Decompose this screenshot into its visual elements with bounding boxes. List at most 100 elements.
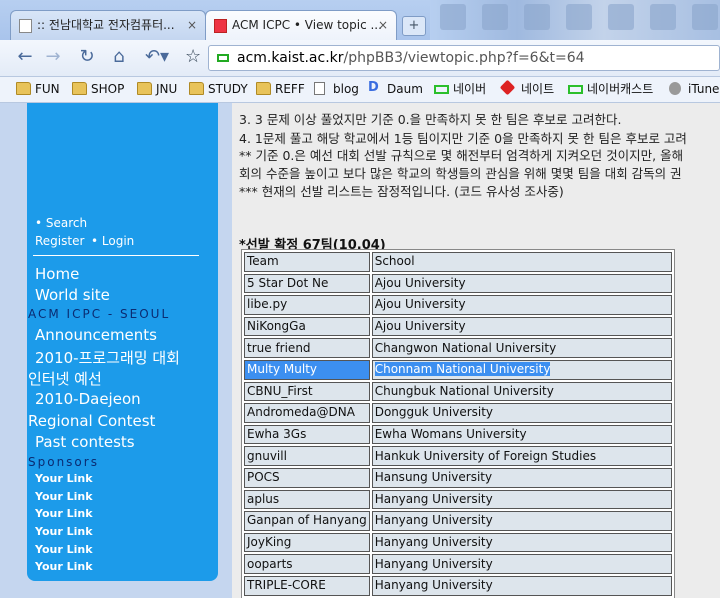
back-arrow-icon[interactable]: ← (12, 46, 38, 70)
school-cell: Hanyang University (371, 532, 672, 553)
table-row: gnuvill Hankuk University of Foreign Stud… (244, 446, 672, 466)
bookmark-reff[interactable]: REFF (256, 81, 305, 97)
nate-icon (499, 79, 516, 96)
sidebar-item-regional-contest[interactable]: Regional Contest (28, 412, 155, 430)
sponsor-link[interactable]: Your Link (35, 507, 93, 520)
register-link[interactable]: Register (35, 234, 84, 248)
bookmark-shop[interactable]: SHOP (72, 81, 124, 97)
selected-text: Chonnam National University (374, 362, 551, 377)
naver-icon (434, 85, 449, 94)
sidebar-item-2010-contest[interactable]: 2010-프로그래밍 대회 (35, 347, 180, 368)
bookmark-blog[interactable]: blog (314, 81, 359, 97)
school-cell: Hanyang University (371, 489, 672, 510)
sidebar-item-announcements[interactable]: Announcements (35, 326, 157, 344)
sidebar-item-2010-contest-line2[interactable]: 인터넷 예선 (28, 368, 102, 389)
tab-acm-icpc[interactable]: ACM ICPC • View topic ... × (205, 10, 397, 40)
page-icon (19, 19, 32, 33)
url-path: /phpBB3/viewtopic.php?f=6&t=64 (343, 50, 585, 66)
daum-logo-icon: D (368, 80, 379, 95)
folder-icon (256, 82, 271, 95)
page-icon (314, 82, 325, 95)
team-cell: aplus (244, 489, 370, 510)
table-row: ooparts Hanyang University (244, 554, 672, 574)
school-cell: Hanyang University (371, 511, 672, 531)
close-icon[interactable]: × (187, 11, 197, 39)
school-cell: Chungbuk National University (371, 381, 672, 402)
school-cell: Ajou University (371, 273, 672, 294)
folder-icon (189, 82, 204, 95)
folder-icon (16, 82, 31, 95)
team-cell: POCS (244, 467, 370, 488)
team-cell: Ganpan of Hanyang (244, 511, 370, 531)
sidebar-item-world-site[interactable]: World site (35, 286, 110, 304)
desktop-background (430, 0, 720, 40)
page-icon (217, 54, 229, 62)
bookmark-navercast[interactable]: 네이버캐스트 (568, 81, 653, 97)
bookmark-study[interactable]: STUDY (189, 81, 248, 97)
table-row: libe.py Ajou University (244, 295, 672, 315)
address-bar[interactable]: acm.kaist.ac.kr/phpBB3/viewtopic.php?f=6… (208, 45, 720, 71)
sponsor-link[interactable]: Your Link (35, 490, 93, 503)
table-row: Multy Multy Chonnam National University (244, 359, 672, 380)
table-row: TRIPLE-CORE Hanyang University (244, 575, 672, 596)
reload-icon[interactable]: ↻ (74, 46, 100, 70)
undo-dropdown-icon[interactable]: ↶▾ (140, 46, 174, 70)
bookmark-fun[interactable]: FUN (16, 81, 60, 97)
page-viewport: • Search Register • Login Home World sit… (0, 103, 720, 598)
teams-table: Team School 5 Star Dot Ne Ajou University… (241, 249, 675, 598)
note-line-2: 회의 수준을 높이고 보다 많은 학교의 학생들의 관심을 위해 몇몇 팀을 대… (239, 166, 682, 181)
school-cell: Hanyang University (371, 575, 672, 596)
table-row: CBNU_First Chungbuk National University (244, 381, 672, 402)
home-icon[interactable]: ⌂ (106, 46, 132, 70)
sponsor-link[interactable]: Your Link (35, 560, 93, 573)
school-cell: Ajou University (371, 316, 672, 337)
table-header-row: Team School (244, 252, 672, 272)
team-cell: Andromeda@DNA (244, 403, 370, 423)
sponsor-link[interactable]: Your Link (35, 543, 93, 556)
acm-favicon-icon (214, 19, 227, 33)
school-cell: Ewha Womans University (371, 424, 672, 445)
note-line-3: *** 현재의 선발 리스트는 잠정적입니다. (코드 유사성 조사중) (239, 184, 564, 199)
post-content: 3. 3 문제 이상 풀었지만 기준 0.을 만족하지 못 한 팀은 후보로 고… (232, 103, 720, 598)
sidebar-item-past-contests[interactable]: Past contests (35, 433, 135, 451)
bookmark-star-icon[interactable]: ☆ (185, 46, 201, 67)
forward-arrow-icon[interactable]: → (40, 46, 66, 70)
folder-icon (72, 82, 87, 95)
team-cell: TRIPLE-CORE (244, 575, 370, 596)
table-row: true friend Changwon National University (244, 338, 672, 358)
sidebar-item-daejeon[interactable]: 2010-Daejeon (35, 390, 141, 408)
sponsor-link[interactable]: Your Link (35, 472, 93, 485)
school-cell: Hanyang University (371, 554, 672, 574)
school-cell: Dongguk University (371, 403, 672, 423)
table-row: 5 Star Dot Ne Ajou University (244, 273, 672, 294)
new-tab-button[interactable]: + (402, 16, 426, 36)
tab-jnu[interactable]: :: 전남대학교 전자컴퓨터... × (10, 10, 206, 40)
sponsor-link[interactable]: Your Link (35, 525, 93, 538)
team-cell: libe.py (244, 295, 370, 315)
school-cell: Hankuk University of Foreign Studies (371, 446, 672, 466)
table-row: aplus Hanyang University (244, 489, 672, 510)
bookmark-daum[interactable]: D Daum (368, 80, 423, 97)
bookmark-itunes[interactable]: iTune (669, 81, 719, 97)
bookmark-naver[interactable]: 네이버 (434, 81, 486, 97)
close-icon[interactable]: × (378, 11, 388, 39)
team-cell: JoyKing (244, 532, 370, 553)
divider (33, 255, 199, 256)
team-cell: true friend (244, 338, 370, 358)
sidebar-item-home[interactable]: Home (35, 265, 79, 283)
team-cell: ooparts (244, 554, 370, 574)
team-cell: NiKongGa (244, 316, 370, 337)
table-row: NiKongGa Ajou University (244, 316, 672, 337)
school-cell: Changwon National University (371, 338, 672, 358)
team-cell: 5 Star Dot Ne (244, 273, 370, 294)
toolbar: ← → ↻ ⌂ ↶▾ acm.kaist.ac.kr/phpBB3/viewto… (0, 40, 720, 77)
naver-icon (568, 85, 583, 94)
column-header-team: Team (244, 252, 370, 272)
search-link[interactable]: • Search (35, 216, 87, 230)
sidebar: • Search Register • Login Home World sit… (27, 103, 218, 581)
bookmark-nate[interactable]: 네이트 (499, 79, 554, 97)
school-cell: Chonnam National University (371, 359, 672, 380)
folder-icon (137, 82, 152, 95)
login-link[interactable]: • Login (91, 234, 134, 248)
bookmark-jnu[interactable]: JNU (137, 81, 177, 97)
